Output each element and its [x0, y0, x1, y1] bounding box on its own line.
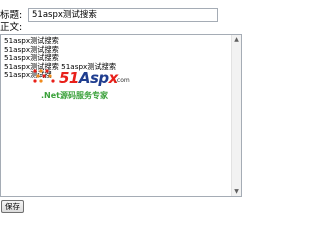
body-label: 正文:: [0, 22, 23, 33]
title-input[interactable]: 51aspx测试搜索: [28, 8, 218, 22]
watermark-logo: 51Aspx .com .Net源码服务专家: [31, 67, 141, 107]
save-button[interactable]: 保存: [1, 200, 24, 213]
scroll-down-icon[interactable]: ▼: [232, 187, 241, 196]
logo-dots-icon: [33, 69, 55, 83]
logo-tagline: .Net源码服务专家: [41, 91, 108, 100]
title-label: 标题:: [0, 10, 23, 21]
logo-domain: .com: [115, 77, 130, 84]
body-textarea[interactable]: 51aspx测试搜索 51aspx测试搜索 51aspx测试搜索 51aspx测…: [0, 34, 242, 197]
vertical-scrollbar[interactable]: ▲ ▼: [231, 35, 241, 196]
logo-num: 51: [59, 69, 79, 87]
scroll-up-icon[interactable]: ▲: [232, 35, 241, 44]
logo-asp: Asp: [78, 69, 109, 87]
logo-text: 51Aspx: [59, 70, 118, 86]
page: 标题: 51aspx测试搜索 正文: 51aspx测试搜索 51aspx测试搜索…: [0, 0, 250, 230]
